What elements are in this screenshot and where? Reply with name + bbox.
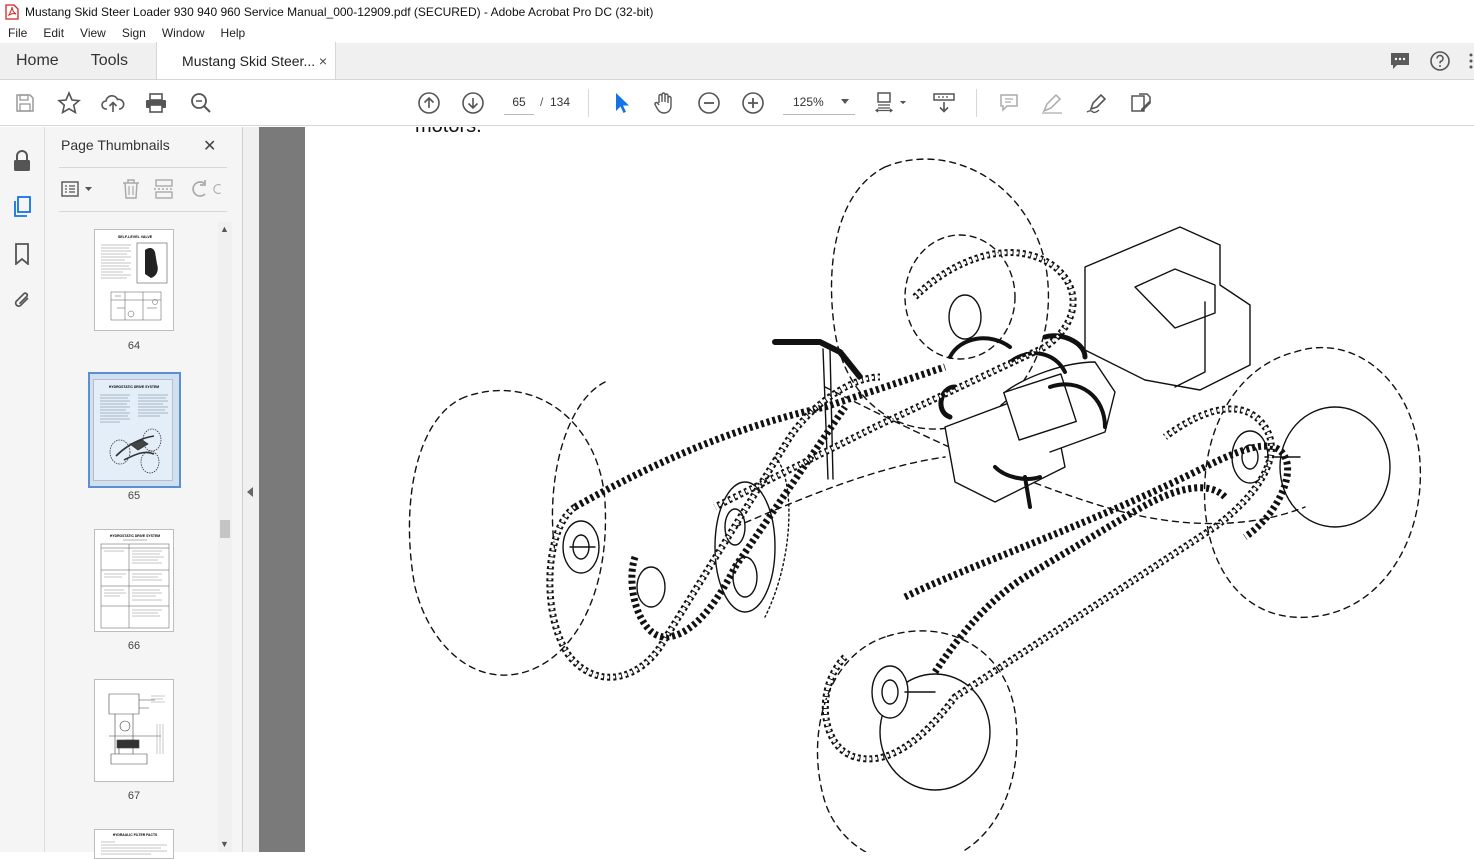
chain-front-left-outer [546, 373, 881, 681]
panel-title: Page Thumbnails [61, 137, 170, 153]
thumbnail-label-65: 65 [127, 490, 141, 502]
thumbnail-page-65[interactable]: HYDROSTATIC DRIVE SYSTEM [93, 379, 173, 481]
bookmark-icon[interactable] [10, 242, 34, 266]
upload-cloud-icon[interactable] [100, 90, 126, 116]
zoom-search-icon[interactable] [188, 90, 214, 116]
thumb-66-heading: HYDROSTATIC DRIVE SYSTEM [110, 534, 160, 538]
redact-tool-icon[interactable] [1128, 90, 1154, 116]
menu-bar: File Edit View Sign Window Help [0, 23, 1474, 43]
menu-window[interactable]: Window [154, 26, 213, 40]
save-icon[interactable] [12, 90, 38, 116]
highlight-pen-icon[interactable] [1039, 90, 1065, 116]
rotate-page-icon[interactable] [187, 177, 211, 201]
page-number-input[interactable]: 65 [504, 89, 534, 115]
close-panel-button[interactable]: ✕ [203, 136, 216, 156]
front-right-tire [816, 630, 1018, 852]
acrobat-pdf-icon [5, 3, 19, 20]
scroll-mode-icon[interactable] [931, 90, 957, 116]
lock-icon[interactable] [10, 149, 34, 173]
insert-pages-icon[interactable] [152, 177, 176, 201]
scrollbar-thumb[interactable] [220, 520, 230, 538]
thumbnail-scrollbar[interactable]: ▲ ▼ [218, 222, 232, 852]
sign-pen-icon[interactable] [1084, 90, 1110, 116]
engine-block [1084, 226, 1251, 391]
toolbar [0, 80, 1474, 126]
thumbnail-page-68[interactable]: HYDRAULIC FILTER FACTS [94, 829, 174, 859]
tab-bar: Home Tools Mustang Skid Steer... × [0, 42, 1474, 80]
thumbnail-page-66[interactable]: HYDROSTATIC DRIVE SYSTEM [94, 529, 174, 632]
menu-help[interactable]: Help [213, 26, 254, 40]
zoom-level-select[interactable]: 125% [783, 89, 855, 115]
scroll-down-icon[interactable]: ▼ [220, 839, 229, 849]
thumb-65-heading: HYDROSTATIC DRIVE SYSTEM [109, 385, 159, 389]
title-bar: Mustang Skid Steer Loader 930 940 960 Se… [0, 0, 1474, 23]
add-comment-icon[interactable] [996, 90, 1022, 116]
thumb-64-heading: SELF-LEVEL VALVE [118, 235, 153, 239]
delete-page-icon[interactable] [119, 177, 143, 201]
close-tab-button[interactable]: × [319, 53, 327, 69]
page-thumbnails-panel: Page Thumbnails ✕ SELF-LEVEL VALVE 64 HY… [45, 127, 243, 859]
navigation-rail [0, 127, 45, 852]
overflow-menu-icon[interactable] [1468, 49, 1474, 73]
chain-right-inner [932, 484, 1228, 674]
thumbnail-label-64: 64 [127, 340, 141, 352]
page-fit-icon[interactable] [875, 90, 909, 116]
chain-drive-illustration [408, 158, 1422, 852]
menu-file[interactable]: File [0, 26, 35, 40]
attachment-paperclip-icon[interactable] [10, 288, 34, 312]
tab-tools[interactable]: Tools [75, 43, 144, 79]
pdf-page: motors. [305, 127, 1474, 852]
comment-bubble-icon[interactable] [1388, 49, 1412, 73]
zoom-out-icon[interactable] [696, 90, 722, 116]
zoom-level-value: 125% [793, 95, 824, 109]
document-view[interactable]: motors. [259, 127, 1474, 852]
zoom-in-icon[interactable] [740, 90, 766, 116]
tab-home[interactable]: Home [0, 43, 75, 79]
next-page-icon[interactable] [460, 90, 486, 116]
window-title: Mustang Skid Steer Loader 930 940 960 Se… [25, 4, 654, 19]
page-thumbnails-icon[interactable] [10, 195, 34, 219]
panel-splitter[interactable] [243, 127, 259, 852]
thumbnail-label-66: 66 [127, 640, 141, 652]
thumbnail-label-67: 67 [127, 790, 141, 802]
thumbnail-page-67[interactable] [94, 679, 174, 782]
menu-edit[interactable]: Edit [35, 26, 72, 40]
select-cursor-icon[interactable] [608, 90, 634, 116]
page-number-separator: / [540, 95, 544, 109]
thumb-68-heading: HYDRAULIC FILTER FACTS [113, 833, 158, 837]
thumbnail-options-icon[interactable] [59, 177, 95, 201]
rotate-clockwise-icon[interactable] [213, 177, 227, 201]
bookmark-star-icon[interactable] [56, 90, 82, 116]
chevron-down-icon [841, 99, 849, 104]
page-total-count: 134 [550, 95, 571, 109]
collapse-panel-icon[interactable] [247, 487, 253, 497]
hand-tool-icon[interactable] [651, 90, 677, 116]
menu-sign[interactable]: Sign [114, 26, 154, 40]
help-icon[interactable] [1428, 49, 1452, 73]
tab-document[interactable]: Mustang Skid Steer... × [156, 42, 337, 79]
print-icon[interactable] [143, 90, 169, 116]
menu-view[interactable]: View [72, 26, 114, 40]
thumbnail-page-64[interactable]: SELF-LEVEL VALVE [94, 229, 174, 331]
scroll-up-icon[interactable]: ▲ [220, 224, 229, 234]
previous-page-icon[interactable] [416, 90, 442, 116]
document-tab-label: Mustang Skid Steer... [182, 52, 315, 69]
